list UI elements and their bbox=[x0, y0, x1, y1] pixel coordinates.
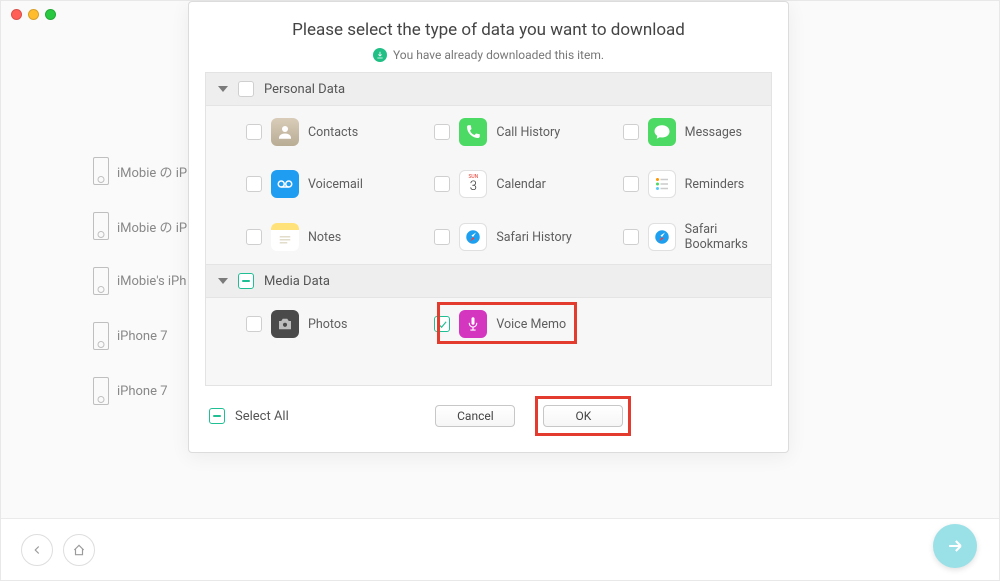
disclosure-triangle-icon bbox=[218, 86, 228, 92]
proceed-button[interactable] bbox=[933, 524, 977, 568]
device-label: iPhone 7 bbox=[117, 329, 168, 344]
item-label: Call History bbox=[496, 125, 560, 140]
checkbox-media[interactable] bbox=[238, 273, 254, 289]
close-window[interactable] bbox=[11, 9, 22, 20]
notes-icon bbox=[271, 223, 299, 251]
checkbox[interactable] bbox=[623, 176, 639, 192]
section-media-data[interactable]: Media Data bbox=[206, 264, 771, 298]
personal-items: Contacts Call History Messages Voicemail… bbox=[206, 106, 771, 264]
iphone-icon bbox=[93, 267, 109, 295]
item-label: Safari Bookmarks bbox=[685, 222, 771, 252]
modal-title: Please select the type of data you want … bbox=[205, 20, 772, 40]
item-label: Contacts bbox=[308, 125, 358, 140]
item-call-history[interactable]: Call History bbox=[394, 106, 582, 158]
microphone-icon bbox=[459, 310, 487, 338]
phone-icon bbox=[459, 118, 487, 146]
iphone-icon bbox=[93, 157, 109, 185]
item-label: Safari History bbox=[496, 230, 572, 245]
iphone-icon bbox=[93, 212, 109, 240]
device-label: iPhone 7 bbox=[117, 384, 168, 399]
item-voice-memo[interactable]: Voice Memo bbox=[394, 298, 582, 350]
checkbox[interactable] bbox=[623, 229, 639, 245]
iphone-icon bbox=[93, 322, 109, 350]
item-reminders[interactable]: Reminders bbox=[583, 158, 771, 210]
bottom-toolbar bbox=[1, 518, 999, 580]
item-label: Notes bbox=[308, 230, 341, 245]
window-controls bbox=[11, 9, 56, 20]
voicemail-icon bbox=[271, 170, 299, 198]
already-text: You have already downloaded this item. bbox=[393, 48, 604, 62]
safari-bookmarks-icon bbox=[648, 223, 676, 251]
select-all-label: Select All bbox=[235, 409, 289, 424]
checkbox[interactable] bbox=[246, 229, 262, 245]
checkbox-select-all[interactable] bbox=[209, 408, 225, 424]
item-voicemail[interactable]: Voicemail bbox=[206, 158, 394, 210]
iphone-icon bbox=[93, 377, 109, 405]
checkbox[interactable] bbox=[246, 316, 262, 332]
section-personal-data[interactable]: Personal Data bbox=[206, 73, 771, 106]
item-notes[interactable]: Notes bbox=[206, 210, 394, 264]
device-label: iMobie's iPh bbox=[117, 274, 186, 289]
checkbox[interactable] bbox=[246, 176, 262, 192]
back-button[interactable] bbox=[21, 534, 53, 566]
reminders-icon bbox=[648, 170, 676, 198]
checkbox[interactable] bbox=[434, 316, 450, 332]
checkbox-personal[interactable] bbox=[238, 81, 254, 97]
checkbox[interactable] bbox=[434, 124, 450, 140]
item-label: Voice Memo bbox=[496, 317, 566, 332]
checkbox[interactable] bbox=[434, 229, 450, 245]
safari-history-icon bbox=[459, 223, 487, 251]
item-label: Calendar bbox=[496, 177, 546, 192]
item-messages[interactable]: Messages bbox=[583, 106, 771, 158]
item-contacts[interactable]: Contacts bbox=[206, 106, 394, 158]
disclosure-triangle-icon bbox=[218, 278, 228, 284]
item-label: Voicemail bbox=[308, 177, 363, 192]
device-label: iMobie の iP bbox=[117, 217, 187, 236]
item-label: Messages bbox=[685, 125, 742, 140]
messages-icon bbox=[648, 118, 676, 146]
item-calendar[interactable]: SUN3 Calendar bbox=[394, 158, 582, 210]
calendar-icon: SUN3 bbox=[459, 170, 487, 198]
checkbox[interactable] bbox=[246, 124, 262, 140]
contacts-icon bbox=[271, 118, 299, 146]
section-title: Personal Data bbox=[264, 82, 345, 97]
item-photos[interactable]: Photos bbox=[206, 298, 394, 350]
modal-footer: Select All Cancel OK bbox=[205, 386, 772, 438]
item-safari-bookmarks[interactable]: Safari Bookmarks bbox=[583, 210, 771, 264]
already-downloaded-note: You have already downloaded this item. bbox=[205, 48, 772, 62]
minimize-window[interactable] bbox=[28, 9, 39, 20]
ok-button[interactable]: OK bbox=[543, 405, 623, 427]
checkbox[interactable] bbox=[434, 176, 450, 192]
checkbox[interactable] bbox=[623, 124, 639, 140]
item-safari-history[interactable]: Safari History bbox=[394, 210, 582, 264]
data-type-panel: Personal Data Contacts Call History Mess… bbox=[205, 72, 772, 386]
cancel-button[interactable]: Cancel bbox=[435, 405, 515, 427]
home-button[interactable] bbox=[63, 534, 95, 566]
maximize-window[interactable] bbox=[45, 9, 56, 20]
media-items: Photos Voice Memo bbox=[206, 298, 771, 350]
button-row: Cancel OK bbox=[299, 396, 768, 436]
item-label: Photos bbox=[308, 317, 347, 332]
item-label: Reminders bbox=[685, 177, 745, 192]
camera-icon bbox=[271, 310, 299, 338]
highlight-ok: OK bbox=[535, 396, 631, 436]
device-label: iMobie の iP bbox=[117, 162, 187, 181]
download-type-modal: Please select the type of data you want … bbox=[188, 1, 789, 453]
download-check-icon bbox=[373, 48, 387, 62]
section-title: Media Data bbox=[264, 274, 330, 289]
